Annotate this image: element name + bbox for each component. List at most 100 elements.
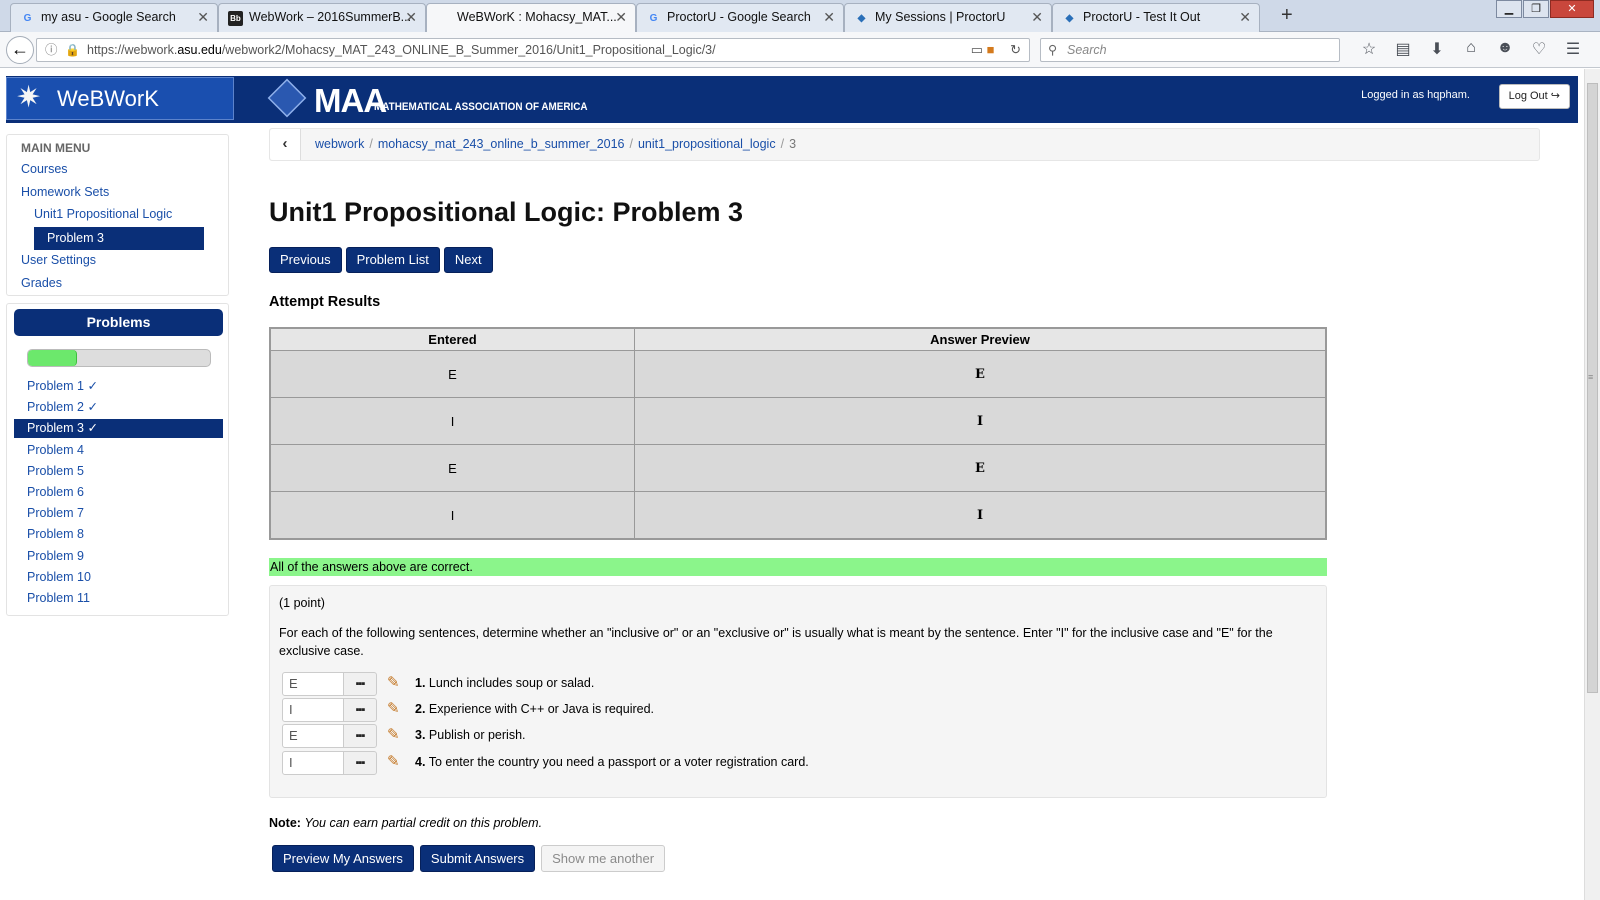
browser-tab[interactable]: Bb WebWork – 2016SummerB... ✕: [218, 3, 426, 32]
previous-button[interactable]: Previous: [269, 247, 342, 273]
tab-title: WebWork – 2016SummerB...: [249, 10, 412, 24]
search-input[interactable]: ⚲ Search: [1040, 38, 1340, 62]
extension-icon[interactable]: ■: [987, 42, 995, 57]
chat-icon[interactable]: ☻: [1488, 39, 1522, 59]
menu-homework-sets-link[interactable]: Homework Sets: [21, 185, 109, 199]
home-icon[interactable]: ⌂: [1454, 39, 1488, 59]
blackboard-icon: Bb: [228, 11, 243, 26]
reader-view-icon[interactable]: ▭: [971, 42, 983, 57]
next-button[interactable]: Next: [443, 247, 493, 273]
answer-text: Publish or perish.: [428, 728, 526, 742]
search-placeholder: Search: [1067, 43, 1107, 57]
close-icon[interactable]: ✕: [615, 4, 627, 31]
sidebar-problem-link[interactable]: Problem 8: [14, 525, 223, 544]
note-label: Note:: [269, 816, 301, 830]
address-bar[interactable]: ⓘ 🔒 https://webwork.asu.edu/webwork2/Moh…: [36, 38, 1030, 62]
minimize-icon[interactable]: ▁: [1496, 0, 1522, 18]
url-prefix: https://webwork.: [87, 43, 178, 57]
menu-courses-link[interactable]: Courses: [21, 162, 68, 176]
keypad-icon[interactable]: ▪▪▪: [343, 751, 377, 775]
show-another-button[interactable]: Show me another: [541, 845, 666, 872]
entered-cell: I: [271, 398, 634, 444]
close-icon[interactable]: ✕: [405, 4, 417, 31]
reading-list-icon[interactable]: ▤: [1386, 39, 1420, 59]
sidebar-problem-link[interactable]: Problem 10: [14, 568, 223, 587]
breadcrumb-course-link[interactable]: mohacsy_mat_243_online_b_summer_2016: [378, 137, 625, 151]
close-icon[interactable]: ✕: [197, 4, 209, 31]
sidebar-problem-link[interactable]: Problem 11: [14, 589, 223, 608]
menu-set-link[interactable]: Unit1 Propositional Logic: [34, 207, 172, 221]
preview-answers-button[interactable]: Preview My Answers: [272, 845, 414, 872]
url-bar-icons: ▭ ■ ↻: [971, 39, 1021, 61]
page-scrollbar[interactable]: ≡: [1584, 69, 1600, 900]
problem-list-button[interactable]: Problem List: [345, 247, 440, 273]
bookmark-star-icon[interactable]: ☆: [1352, 39, 1386, 59]
download-icon[interactable]: ⬇: [1420, 39, 1454, 59]
chevron-left-icon[interactable]: ‹: [270, 129, 301, 160]
sidebar-problem-link[interactable]: Problem 5: [14, 462, 223, 481]
tab-title: My Sessions | ProctorU: [875, 10, 1006, 24]
menu-icon[interactable]: ☰: [1556, 39, 1590, 59]
menu-current-problem[interactable]: Problem 3: [34, 227, 204, 250]
browser-tab[interactable]: G my asu - Google Search ✕: [10, 3, 218, 32]
answer-input[interactable]: E: [282, 672, 344, 696]
close-icon[interactable]: ✕: [1239, 4, 1251, 31]
problem-instructions: For each of the following sentences, det…: [279, 626, 1273, 658]
sidebar-problem-link[interactable]: Problem 7: [14, 504, 223, 523]
google-icon: G: [23, 13, 32, 24]
google-icon: G: [649, 13, 658, 24]
scrollbar-thumb[interactable]: [1587, 83, 1598, 693]
browser-tab-active[interactable]: WeBWorK : Mohacsy_MAT... ✕: [426, 3, 636, 33]
maa-emblem-icon: [267, 78, 307, 118]
scroll-grip-icon: ≡: [1588, 372, 1594, 382]
sidebar-problem-link[interactable]: Problem 3 ✓: [14, 419, 223, 438]
sidebar-problem-link[interactable]: Problem 6: [14, 483, 223, 502]
browser-tab[interactable]: G ProctorU - Google Search ✕: [636, 3, 844, 32]
problems-panel: Problems Problem 1 ✓ Problem 2 ✓ Problem 3…: [6, 303, 229, 616]
sidebar-problem-link[interactable]: Problem 1 ✓: [14, 377, 223, 396]
entered-cell: E: [271, 445, 634, 491]
pocket-icon[interactable]: ♡: [1522, 39, 1556, 59]
close-icon[interactable]: ✕: [823, 4, 835, 31]
sidebar-problem-link[interactable]: Problem 2 ✓: [14, 398, 223, 417]
pencil-icon: ✎: [387, 726, 400, 743]
preview-cell: I: [635, 398, 1325, 444]
tab-title: ProctorU - Test It Out: [1083, 10, 1201, 24]
answer-input[interactable]: E: [282, 724, 344, 748]
webwork-star-icon: ✷: [16, 81, 42, 114]
submit-answers-button[interactable]: Submit Answers: [419, 845, 536, 872]
keypad-icon[interactable]: ▪▪▪: [343, 698, 377, 722]
logout-icon: ↪: [1550, 90, 1560, 102]
menu-grades-link[interactable]: Grades: [21, 276, 62, 290]
attempt-results-heading: Attempt Results: [269, 294, 381, 310]
breadcrumb-set-link[interactable]: unit1_propositional_logic: [638, 137, 776, 151]
url-path: /webwork2/Mohacsy_MAT_243_ONLINE_B_Summe…: [221, 43, 716, 57]
keypad-icon[interactable]: ▪▪▪: [343, 724, 377, 748]
preview-cell: I: [635, 492, 1325, 538]
answer-input[interactable]: I: [282, 698, 344, 722]
menu-user-settings-link[interactable]: User Settings: [21, 253, 96, 267]
problem-nav: Previous Problem List Next: [269, 247, 497, 273]
browser-tab[interactable]: ◆ ProctorU - Test It Out ✕: [1052, 3, 1260, 32]
keypad-icon[interactable]: ▪▪▪: [343, 672, 377, 696]
info-icon[interactable]: ⓘ: [45, 39, 58, 61]
logged-in-label: Logged in as hqpham.: [1361, 89, 1470, 101]
maa-subtitle: MATHEMATICAL ASSOCIATION OF AMERICA: [374, 101, 588, 113]
sidebar-problem-link[interactable]: Problem 4: [14, 441, 223, 460]
close-icon[interactable]: ✕: [1031, 4, 1043, 31]
answer-input[interactable]: I: [282, 751, 344, 775]
new-tab-icon[interactable]: +: [1281, 4, 1293, 27]
entered-cell: I: [271, 492, 634, 538]
reload-icon[interactable]: ↻: [1010, 42, 1021, 57]
webwork-logo[interactable]: ✷ WeBWorK: [6, 77, 234, 120]
logout-button[interactable]: Log Out ↪: [1498, 84, 1570, 109]
progress-fill: [28, 350, 78, 366]
restore-icon[interactable]: ❐: [1523, 0, 1549, 18]
preview-column-header: Answer Preview: [635, 329, 1325, 350]
window-close-icon[interactable]: ✕: [1550, 0, 1594, 18]
breadcrumb-webwork-link[interactable]: webwork: [315, 137, 364, 151]
browser-tab[interactable]: ◆ My Sessions | ProctorU ✕: [844, 3, 1052, 32]
problems-heading: Problems: [14, 309, 223, 336]
sidebar-problem-link[interactable]: Problem 9: [14, 547, 223, 566]
back-arrow-icon[interactable]: ←: [6, 36, 34, 64]
